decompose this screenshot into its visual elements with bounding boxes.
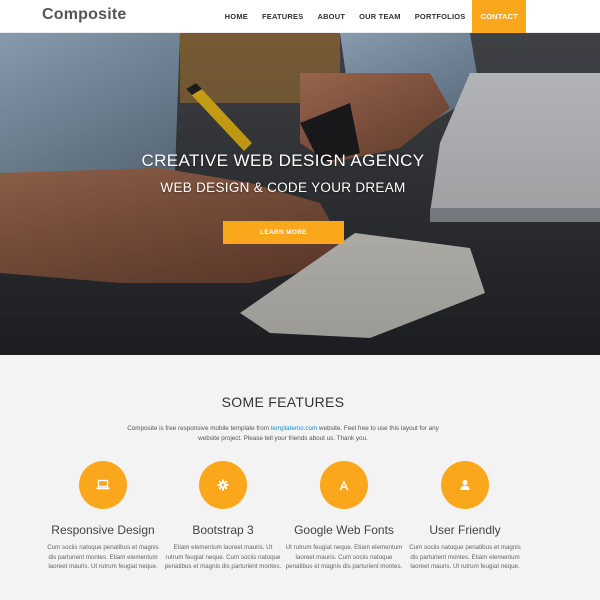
learn-more-button[interactable]: LEARN MORE (223, 221, 344, 244)
feature-text: Ut rutrum feugiat neque. Etiam elementum… (285, 544, 403, 570)
feature-card: Bootstrap 3 Etiam elementum laoreet maur… (158, 461, 288, 572)
hero-banner: CREATIVE WEB DESIGN AGENCY WEB DESIGN & … (0, 33, 600, 355)
intro-text-start: Composite is free responsive mobile temp… (127, 425, 271, 432)
hero-subtitle: WEB DESIGN & CODE YOUR DREAM (160, 180, 406, 195)
navbar: Composite HOME FEATURES ABOUT OUR TEAM P… (0, 0, 600, 33)
feature-text: Etiam elementum laoreet mauris. Ut rutru… (164, 544, 282, 570)
hero-title: CREATIVE WEB DESIGN AGENCY (141, 151, 425, 170)
feature-title: Google Web Fonts (294, 523, 394, 537)
brand-logo[interactable]: Composite (42, 6, 126, 24)
laptop-icon (96, 479, 110, 490)
feature-text: Cum sociis natoque penatibus et magnis d… (409, 544, 521, 570)
nav-item-our-team[interactable]: OUR TEAM (352, 0, 408, 33)
gear-icon (217, 479, 229, 491)
features-intro: Composite is free responsive mobile temp… (120, 424, 446, 443)
user-icon (460, 479, 470, 490)
nav-item-home[interactable]: HOME (218, 0, 255, 33)
feature-title: User Friendly (429, 523, 501, 537)
nav-item-portfolios[interactable]: PORTFOLIOS (408, 0, 473, 33)
features-section: SOME FEATURES Composite is free responsi… (0, 355, 600, 600)
feature-icon-circle (441, 461, 489, 509)
feature-icon-circle (320, 461, 368, 509)
feature-card: Responsive Design Cum sociis natoque pen… (38, 461, 168, 572)
feature-text: Cum sociis natoque penatibus et magnis d… (47, 544, 159, 570)
nav-item-features[interactable]: FEATURES (255, 0, 310, 33)
templatemo-link[interactable]: templatemo.com (271, 425, 318, 432)
nav-menu: HOME FEATURES ABOUT OUR TEAM PORTFOLIOS … (218, 0, 600, 33)
feature-title: Responsive Design (51, 523, 155, 537)
nav-item-contact[interactable]: CONTACT (472, 0, 526, 33)
font-icon (339, 480, 349, 490)
feature-title: Bootstrap 3 (192, 523, 254, 537)
feature-card: User Friendly Cum sociis natoque penatib… (400, 461, 530, 572)
feature-icon-circle (79, 461, 127, 509)
feature-icon-circle (199, 461, 247, 509)
nav-item-about[interactable]: ABOUT (310, 0, 352, 33)
feature-card: Google Web Fonts Ut rutrum feugiat neque… (279, 461, 409, 572)
section-title: SOME FEATURES (221, 394, 345, 410)
